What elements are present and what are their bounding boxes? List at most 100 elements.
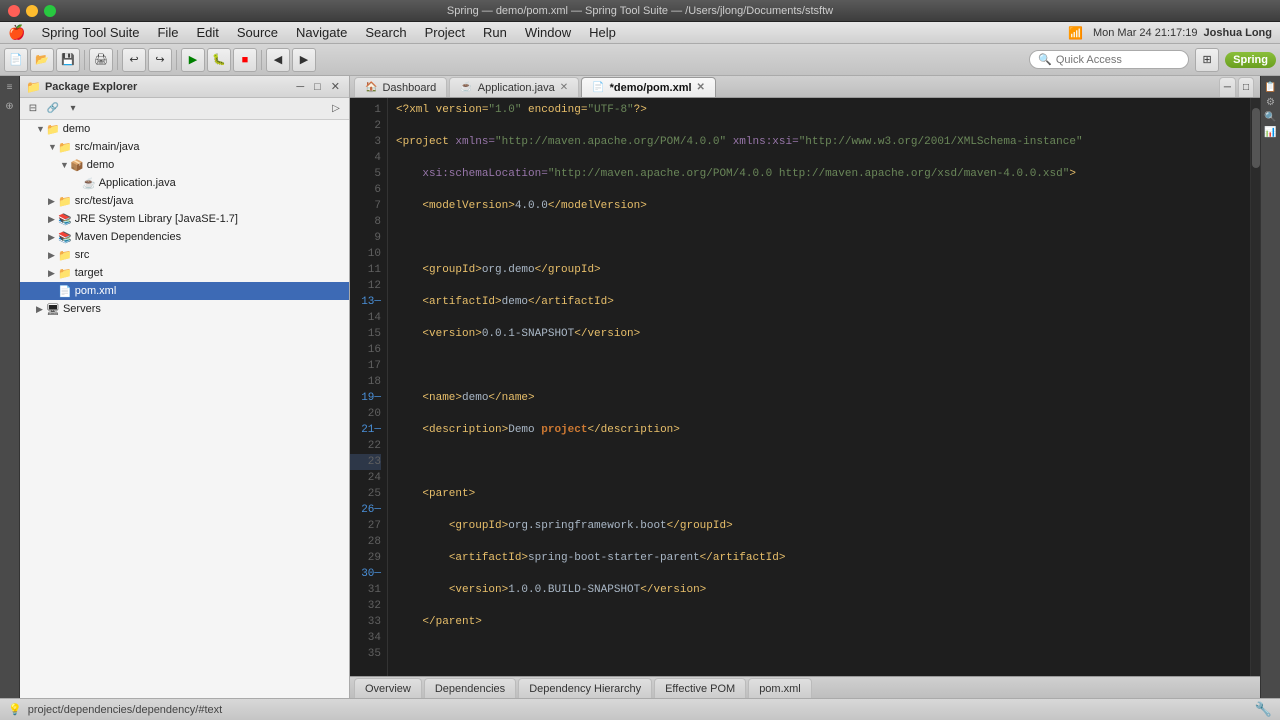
toggle-jre[interactable]: ▶ (48, 214, 58, 225)
tab-application-java[interactable]: ☕ Application.java ✕ (449, 77, 579, 97)
tree-item-src-test[interactable]: ▶ 📁 src/test/java (20, 192, 349, 210)
tab-dependencies[interactable]: Dependencies (424, 678, 516, 698)
menu-window[interactable]: Window (517, 23, 579, 42)
toggle-src[interactable]: ▶ (48, 250, 58, 261)
toggle-src-main[interactable]: ▼ (48, 142, 58, 152)
side-icon-2[interactable]: ⊕ (3, 99, 15, 114)
tree-label-application-java: Application.java (99, 177, 176, 189)
tab-minimize-editor[interactable]: ─ (1219, 77, 1236, 97)
editor-area: 🏠 Dashboard ☕ Application.java ✕ 📄 *demo… (350, 76, 1260, 698)
quick-access-bar[interactable]: 🔍 (1029, 50, 1189, 69)
tree-label-src: src (75, 249, 90, 261)
menu-edit[interactable]: Edit (188, 23, 226, 42)
username: Joshua Long (1204, 27, 1272, 39)
panel-title: Package Explorer (45, 81, 289, 93)
toolbar-separator-1 (84, 50, 85, 70)
panel-close-btn[interactable]: ✕ (328, 79, 343, 94)
tab-close-pom-xml[interactable]: ✕ (697, 82, 705, 93)
status-text: project/dependencies/dependency/#text (28, 704, 222, 716)
status-wrench-icon[interactable]: 🔧 (1255, 701, 1272, 718)
toggle-demo-pkg[interactable]: ▼ (60, 160, 70, 170)
tab-maximize-editor[interactable]: □ (1238, 77, 1254, 97)
quick-access-input[interactable] (1056, 54, 1166, 66)
toolbar-new-btn[interactable]: 📄 (4, 48, 28, 72)
toolbar-print-btn[interactable]: 🖨 (89, 48, 113, 72)
fullscreen-window-btn[interactable] (44, 5, 56, 17)
toggle-servers[interactable]: ▶ (36, 304, 46, 315)
link-editor-btn[interactable]: 🔗 (44, 100, 62, 118)
tree-item-demo-package[interactable]: ▼ 📦 demo (20, 156, 349, 174)
tree-item-application-java[interactable]: ☕ Application.java (20, 174, 349, 192)
tab-dependency-hierarchy[interactable]: Dependency Hierarchy (518, 678, 652, 698)
toggle-src-test[interactable]: ▶ (48, 196, 58, 207)
demo-folder-icon: 📁 (46, 123, 60, 136)
toolbar-run-btn[interactable]: ▶ (181, 48, 205, 72)
close-window-btn[interactable] (8, 5, 20, 17)
tree-item-pom-xml[interactable]: 📄 pom.xml (20, 282, 349, 300)
traffic-lights[interactable] (8, 5, 56, 17)
toolbar-open-btn[interactable]: 📂 (30, 48, 54, 72)
tree-label-src-test: src/test/java (75, 195, 134, 207)
tab-label-pom-xml: *demo/pom.xml (610, 82, 692, 94)
menu-spring-tool-suite[interactable]: Spring Tool Suite (33, 23, 147, 42)
code-editor[interactable]: 12345 678910 1112 13─ 1415161718 19─ 20 … (350, 98, 1260, 676)
menu-navigate[interactable]: Navigate (288, 23, 355, 42)
target-icon: 📁 (58, 267, 72, 280)
panel-forward-btn[interactable]: ▷ (327, 100, 345, 118)
menu-source[interactable]: Source (229, 23, 286, 42)
apple-menu[interactable]: 🍎 (8, 24, 25, 41)
tab-close-application-java[interactable]: ✕ (560, 82, 568, 93)
package-explorer-panel: 📁 Package Explorer ─ □ ✕ ⊟ 🔗 ▾ ▷ ▼ 📁 dem… (20, 76, 350, 698)
demo-package-icon: 📦 (70, 159, 84, 172)
tree-item-src[interactable]: ▶ 📁 src (20, 246, 349, 264)
tab-overview[interactable]: Overview (354, 678, 422, 698)
panel-minimize-btn[interactable]: ─ (293, 80, 307, 94)
tree-item-jre[interactable]: ▶ 📚 JRE System Library [JavaSE-1.7] (20, 210, 349, 228)
toolbar-forward-btn[interactable]: ▶ (292, 48, 316, 72)
toolbar-undo-btn[interactable]: ↩ (122, 48, 146, 72)
right-icon-3[interactable]: 🔍 (1262, 110, 1278, 125)
tab-pom-xml[interactable]: 📄 *demo/pom.xml ✕ (581, 77, 716, 97)
tree-item-servers[interactable]: ▶ 🖥 Servers (20, 300, 349, 318)
menu-help[interactable]: Help (581, 23, 624, 42)
right-icon-1[interactable]: 📋 (1262, 80, 1278, 95)
toggle-maven-deps[interactable]: ▶ (48, 232, 58, 243)
code-content[interactable]: <?xml version="1.0" encoding="UTF-8"?> <… (388, 98, 1250, 676)
spring-perspective-badge[interactable]: Spring (1225, 52, 1276, 68)
toolbar-stop-btn[interactable]: ■ (233, 48, 257, 72)
menu-search[interactable]: Search (357, 23, 414, 42)
toggle-target[interactable]: ▶ (48, 268, 58, 279)
collapse-all-btn[interactable]: ⊟ (24, 100, 42, 118)
servers-icon: 🖥 (46, 303, 60, 316)
tree-item-maven-deps[interactable]: ▶ 📚 Maven Dependencies (20, 228, 349, 246)
panel-maximize-btn[interactable]: □ (311, 80, 324, 94)
wifi-icon: 📶 (1068, 26, 1083, 40)
tab-effective-pom[interactable]: Effective POM (654, 678, 746, 698)
panel-folder-icon: 📁 (26, 80, 41, 94)
tree-item-src-main[interactable]: ▼ 📁 src/main/java (20, 138, 349, 156)
tree-item-demo[interactable]: ▼ 📁 demo (20, 120, 349, 138)
tab-pom-xml-bottom[interactable]: pom.xml (748, 678, 812, 698)
title-bar: Spring — demo/pom.xml — Spring Tool Suit… (0, 0, 1280, 22)
toolbar-debug-btn[interactable]: 🐛 (207, 48, 231, 72)
menu-run[interactable]: Run (475, 23, 515, 42)
toolbar-save-btn[interactable]: 💾 (56, 48, 80, 72)
toolbar-redo-btn[interactable]: ↪ (148, 48, 172, 72)
tab-label-dependency-hierarchy: Dependency Hierarchy (529, 683, 641, 695)
status-bar: 💡 project/dependencies/dependency/#text … (0, 698, 1280, 720)
toolbar-perspectives-btn[interactable]: ⊞ (1195, 48, 1219, 72)
right-icon-2[interactable]: ⚙ (1264, 95, 1277, 110)
menu-file[interactable]: File (149, 23, 186, 42)
right-icon-4[interactable]: 📊 (1262, 125, 1278, 140)
menu-project[interactable]: Project (417, 23, 473, 42)
minimize-window-btn[interactable] (26, 5, 38, 17)
tree-item-target[interactable]: ▶ 📁 target (20, 264, 349, 282)
panel-menu-btn[interactable]: ▾ (64, 100, 82, 118)
vertical-scrollbar[interactable] (1250, 98, 1260, 676)
tree-label-src-main: src/main/java (75, 141, 140, 153)
toolbar-back-btn[interactable]: ◀ (266, 48, 290, 72)
tab-label-effective-pom: Effective POM (665, 683, 735, 695)
toggle-demo[interactable]: ▼ (36, 124, 46, 134)
side-icon-1[interactable]: ≡ (5, 80, 15, 95)
tab-dashboard[interactable]: 🏠 Dashboard (354, 77, 447, 97)
